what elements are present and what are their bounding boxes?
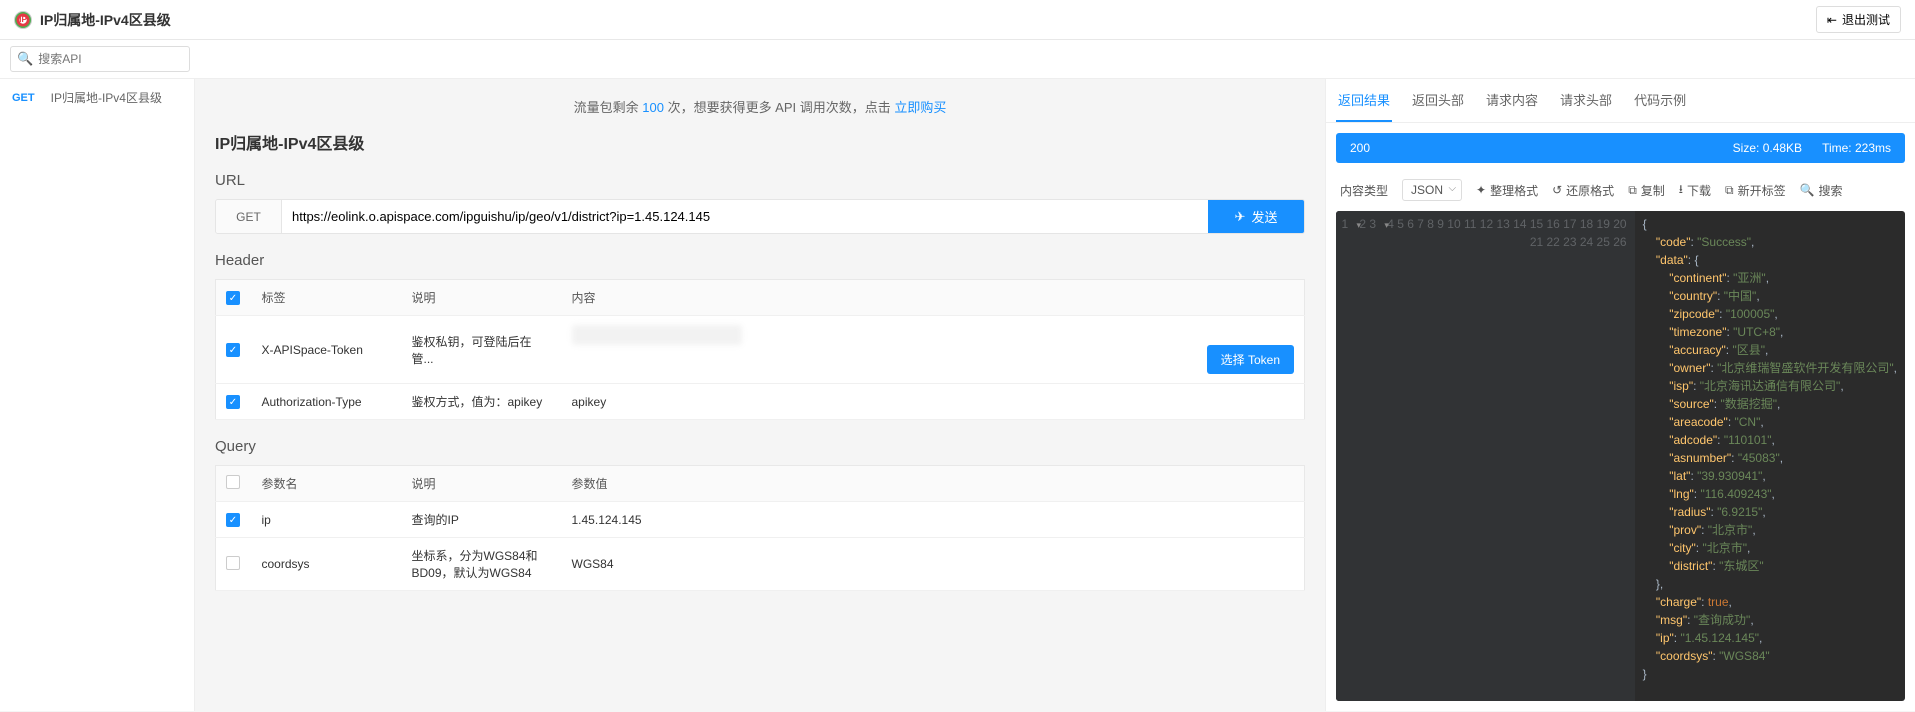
top-bar: IP IP归属地-IPv4区县级 ⇤ 退出测试 — [0, 0, 1915, 40]
banner-mid: 次，想要获得更多 API 调用次数，点击 — [664, 100, 894, 115]
sidebar-item-label: IP归属地-IPv4区县级 — [51, 89, 162, 106]
response-code-area[interactable]: 1 ▾ 2 3 ▾ 4 5 6 7 8 9 10 11 12 13 14 15 … — [1336, 211, 1905, 701]
restore-button[interactable]: ↺还原格式 — [1552, 182, 1614, 199]
row-checkbox[interactable]: ✓ — [226, 343, 240, 357]
query-checkall[interactable] — [226, 475, 240, 489]
exit-icon: ⇤ — [1827, 13, 1837, 27]
search-api-box[interactable]: 🔍 — [10, 46, 190, 72]
quota-banner: 流量包剩余 100 次，想要获得更多 API 调用次数，点击 立即购买 — [215, 97, 1305, 116]
copy-icon: ⧉ — [1628, 183, 1637, 198]
banner-prefix: 流量包剩余 — [574, 100, 643, 115]
sidebar: GET IP归属地-IPv4区县级 — [0, 79, 195, 711]
header-content[interactable]: apikey — [562, 384, 1305, 420]
result-tabs: 返回结果 返回头部 请求内容 请求头部 代码示例 — [1326, 79, 1915, 123]
url-input[interactable] — [282, 200, 1208, 233]
main-panel: 流量包剩余 100 次，想要获得更多 API 调用次数，点击 立即购买 IP归属… — [195, 79, 1325, 711]
copy-button[interactable]: ⧉复制 — [1628, 182, 1665, 199]
response-time: Time: 223ms — [1822, 141, 1891, 155]
token-value-blurred — [572, 325, 742, 345]
app-logo-icon: IP — [14, 11, 32, 29]
header-section-label: Header — [215, 252, 1305, 269]
content-type-select[interactable]: JSON — [1402, 179, 1462, 201]
table-row: coordsys 坐标系，分为WGS84和BD09，默认为WGS84 WGS84 — [216, 538, 1305, 591]
header-table: ✓ 标签 说明 内容 ✓ X-APISpace-Token 鉴权私钥，可登陆后在… — [215, 279, 1305, 420]
search-row: 🔍 — [0, 40, 1915, 79]
search-api-input[interactable] — [38, 52, 183, 66]
tab-response-body[interactable]: 返回结果 — [1336, 79, 1392, 122]
undo-icon: ↺ — [1552, 183, 1562, 197]
response-json: { "code": "Success", "data": { "continen… — [1635, 211, 1905, 701]
table-row: ✓ ip 查询的IP 1.45.124.145 — [216, 502, 1305, 538]
status-bar: 200 Size: 0.48KB Time: 223ms — [1336, 133, 1905, 163]
header-tag: Authorization-Type — [252, 384, 402, 420]
header-desc: 鉴权方式，值为：apikey — [402, 384, 562, 420]
exit-label: 退出测试 — [1842, 11, 1890, 28]
header-desc: 鉴权私钥，可登陆后在管... — [402, 316, 562, 384]
tab-code-sample[interactable]: 代码示例 — [1632, 79, 1688, 122]
row-checkbox[interactable]: ✓ — [226, 513, 240, 527]
tidy-button[interactable]: ✦整理格式 — [1476, 182, 1538, 199]
buy-link[interactable]: 立即购买 — [894, 100, 946, 115]
newtab-button[interactable]: ⧉新开标签 — [1725, 182, 1786, 199]
query-col-desc: 说明 — [402, 466, 562, 502]
banner-count: 100 — [642, 100, 664, 115]
param-name: coordsys — [252, 538, 402, 591]
table-row: ✓ Authorization-Type 鉴权方式，值为：apikey apik… — [216, 384, 1305, 420]
query-section-label: Query — [215, 438, 1305, 455]
select-token-button[interactable]: 选择 Token — [1207, 345, 1294, 374]
header-checkall[interactable]: ✓ — [226, 291, 240, 305]
wand-icon: ✦ — [1476, 183, 1486, 197]
url-row: GET ✈ 发送 — [215, 199, 1305, 234]
tab-response-headers[interactable]: 返回头部 — [1410, 79, 1466, 122]
tab-request-body[interactable]: 请求内容 — [1484, 79, 1540, 122]
send-label: 发送 — [1251, 207, 1277, 226]
tab-request-headers[interactable]: 请求头部 — [1558, 79, 1614, 122]
sidebar-item-api[interactable]: GET IP归属地-IPv4区县级 — [0, 79, 194, 116]
download-button[interactable]: ⭳下载 — [1679, 180, 1711, 201]
header-tag: X-APISpace-Token — [252, 316, 402, 384]
results-panel: 返回结果 返回头部 请求内容 请求头部 代码示例 200 Size: 0.48K… — [1325, 79, 1915, 711]
header-col-tag: 标签 — [252, 280, 402, 316]
send-icon: ✈ — [1235, 209, 1246, 225]
line-gutter: 1 ▾ 2 3 ▾ 4 5 6 7 8 9 10 11 12 13 14 15 … — [1336, 211, 1635, 701]
exit-test-button[interactable]: ⇤ 退出测试 — [1816, 6, 1901, 33]
query-col-value: 参数值 — [562, 466, 1305, 502]
download-icon: ⭳ — [1679, 180, 1683, 201]
content-type-label: 内容类型 — [1340, 182, 1388, 199]
row-checkbox[interactable]: ✓ — [226, 395, 240, 409]
response-size: Size: 0.48KB — [1733, 141, 1802, 155]
param-value[interactable]: 1.45.124.145 — [562, 502, 1305, 538]
url-section-label: URL — [215, 172, 1305, 189]
param-desc: 坐标系，分为WGS84和BD09，默认为WGS84 — [402, 538, 562, 591]
table-row: ✓ X-APISpace-Token 鉴权私钥，可登陆后在管... 选择 Tok… — [216, 316, 1305, 384]
query-col-name: 参数名 — [252, 466, 402, 502]
app-title: IP归属地-IPv4区县级 — [40, 10, 171, 30]
send-button[interactable]: ✈ 发送 — [1208, 200, 1304, 233]
header-col-content: 内容 — [562, 280, 1305, 316]
param-desc: 查询的IP — [402, 502, 562, 538]
search-icon: 🔍 — [1800, 183, 1815, 197]
search-result-button[interactable]: 🔍搜索 — [1800, 182, 1843, 199]
page-title: IP归属地-IPv4区县级 — [215, 130, 1305, 154]
result-toolbar: 内容类型 JSON ✦整理格式 ↺还原格式 ⧉复制 ⭳下载 ⧉新开标签 🔍搜索 — [1326, 173, 1915, 211]
row-checkbox[interactable] — [226, 556, 240, 570]
url-method: GET — [216, 200, 282, 233]
search-icon: 🔍 — [17, 51, 33, 67]
query-table: 参数名 说明 参数值 ✓ ip 查询的IP 1.45.124.145 coord… — [215, 465, 1305, 591]
external-icon: ⧉ — [1725, 183, 1734, 198]
status-code: 200 — [1350, 141, 1370, 155]
param-value[interactable]: WGS84 — [562, 538, 1305, 591]
param-name: ip — [252, 502, 402, 538]
method-badge: GET — [12, 92, 35, 104]
header-col-desc: 说明 — [402, 280, 562, 316]
